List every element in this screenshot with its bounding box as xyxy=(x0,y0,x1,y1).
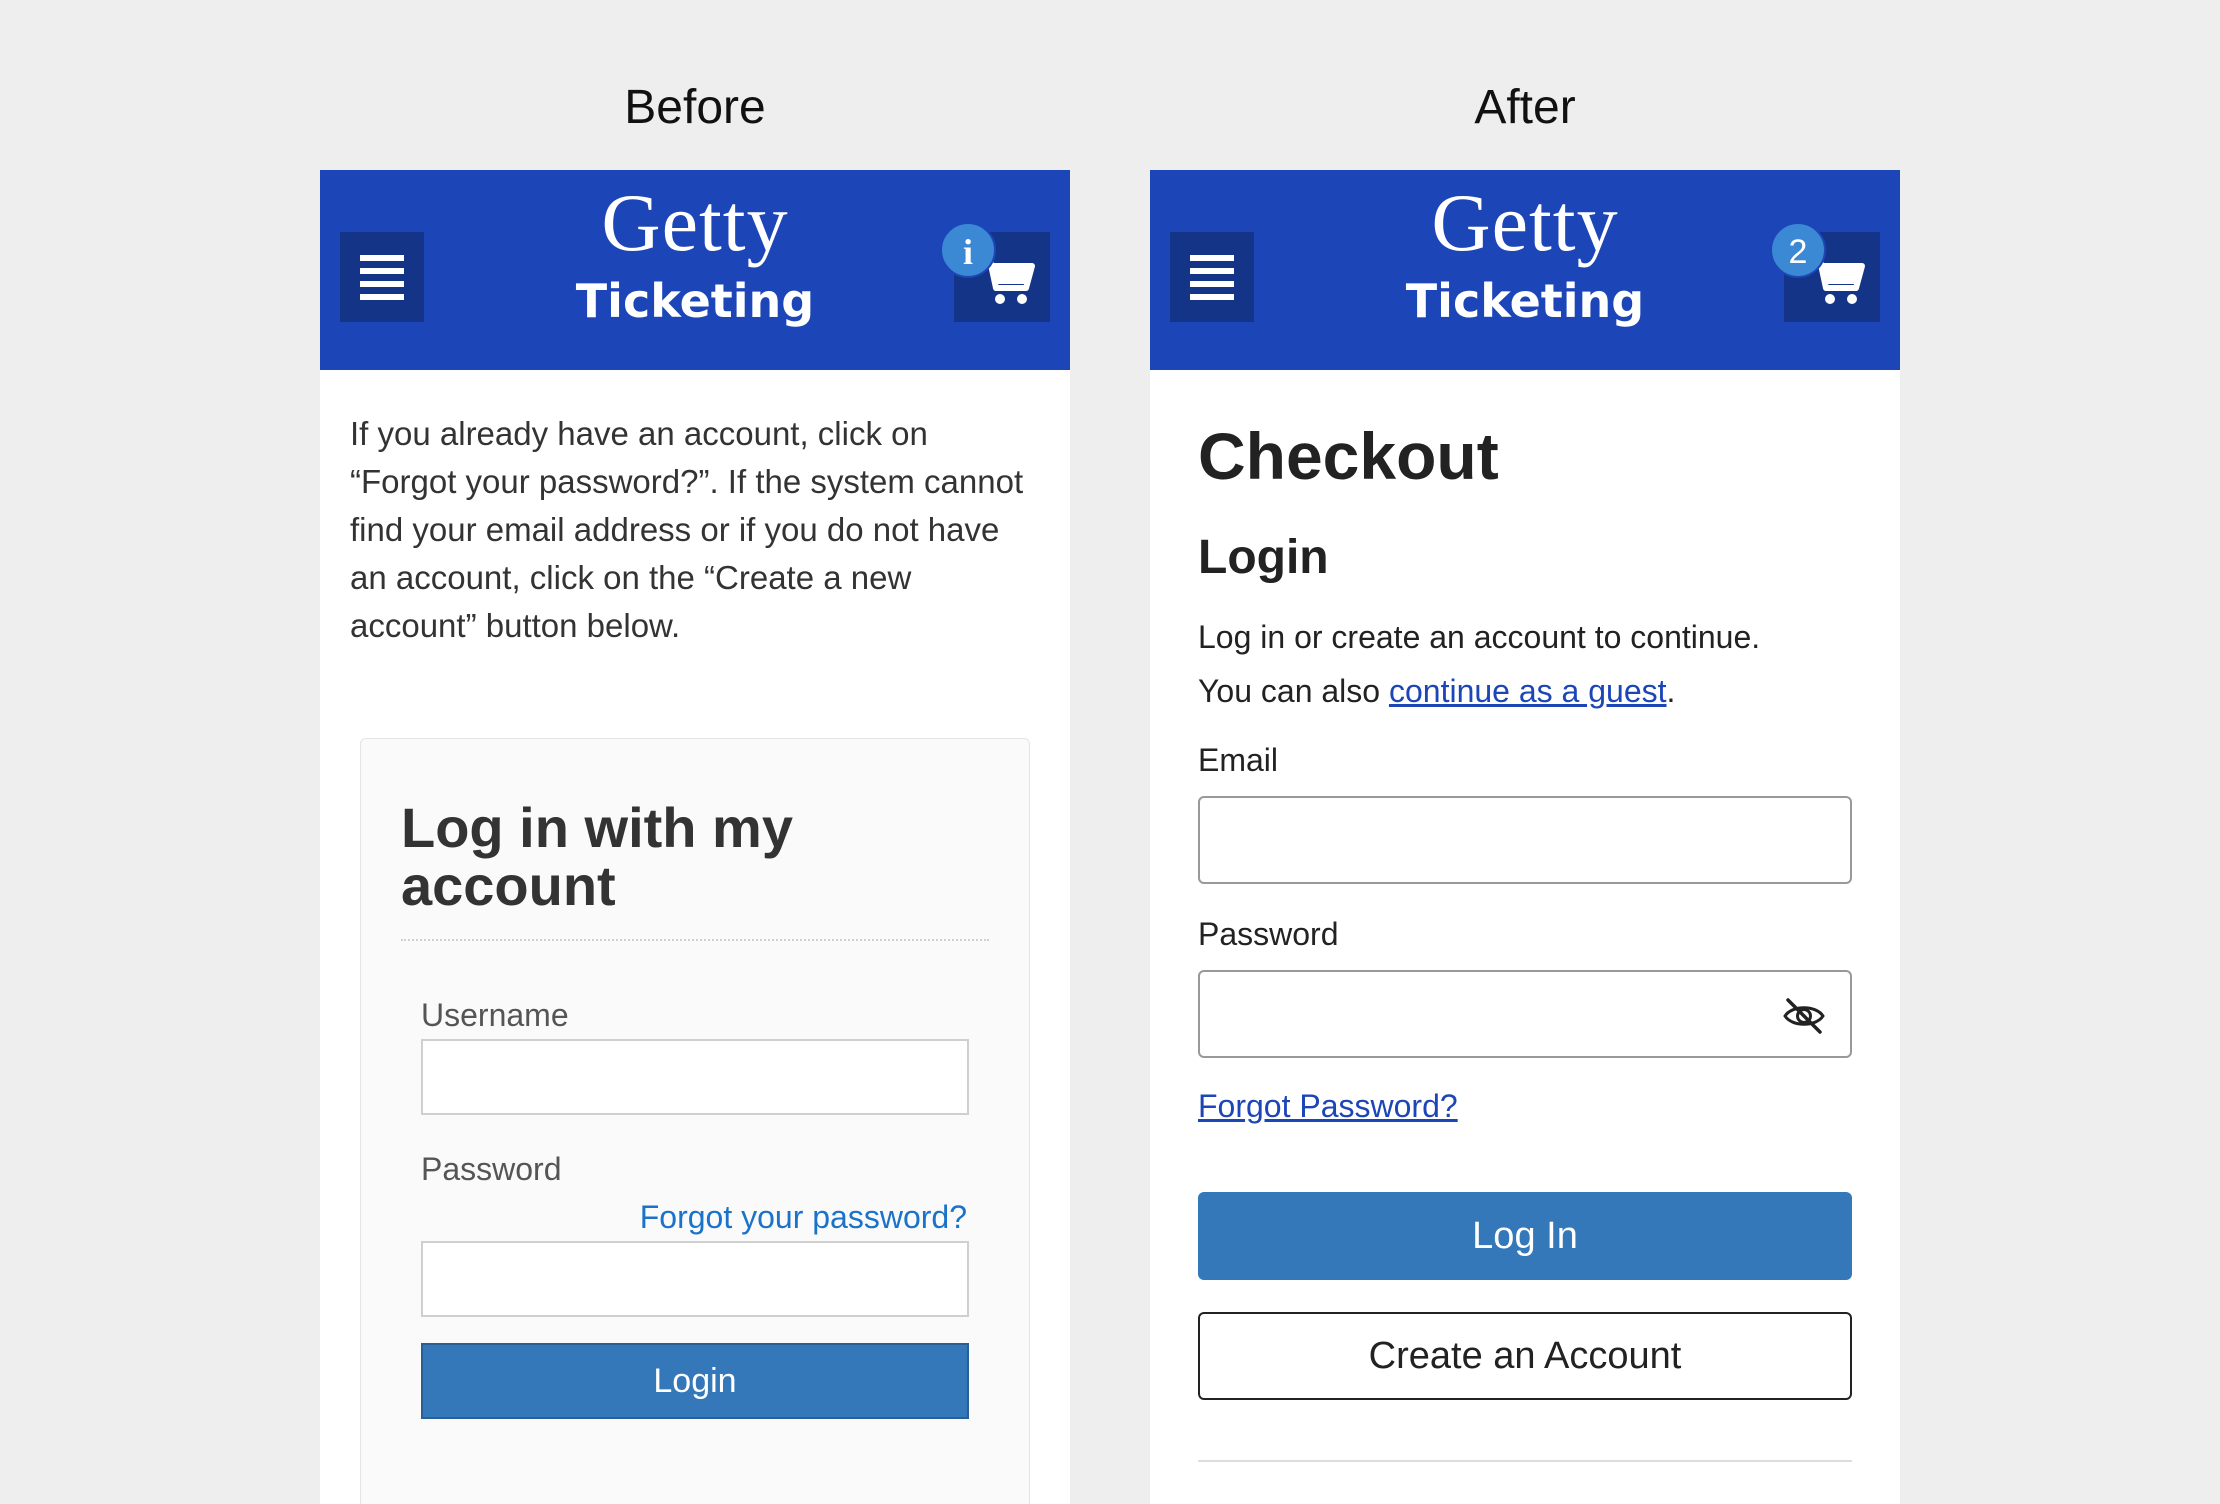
forgot-password-link[interactable]: Forgot Password? xyxy=(1198,1088,1458,1125)
password-label: Password xyxy=(1198,916,1339,952)
username-input[interactable] xyxy=(421,1039,969,1115)
password-input[interactable] xyxy=(421,1241,969,1317)
page-title: Checkout xyxy=(1198,419,1499,493)
login-instructions: If you already have an account, click on… xyxy=(350,415,1024,644)
email-label: Email xyxy=(1198,742,1279,778)
login-card: Log in with my account Username Password… xyxy=(360,738,1030,1504)
site-header: Getty Ticketing i xyxy=(320,170,1070,370)
username-label: Username xyxy=(421,997,569,1033)
create-account-button[interactable]: Create an Account xyxy=(1198,1312,1852,1400)
divider xyxy=(401,939,989,941)
section-title: Login xyxy=(1198,531,1329,584)
card-title: Log in with my account xyxy=(401,796,793,917)
after-screen: Getty Ticketing 2 Checkout Login Log in … xyxy=(1150,170,1900,1504)
password-label: Password xyxy=(421,1151,562,1187)
before-label: Before xyxy=(624,81,766,134)
divider xyxy=(1198,1460,1852,1462)
email-field[interactable] xyxy=(1198,796,1852,884)
info-badge: i xyxy=(940,222,996,278)
cart-button[interactable]: 2 xyxy=(1770,222,1880,322)
intro-suffix: . xyxy=(1666,673,1676,709)
login-intro: Log in or create an account to continue.… xyxy=(1198,610,1878,718)
guest-checkout-link[interactable]: continue as a guest xyxy=(1389,673,1667,709)
log-in-button[interactable]: Log In xyxy=(1198,1192,1852,1280)
intro-prefix: You can also xyxy=(1198,673,1389,709)
intro-line: You can also continue as a guest. xyxy=(1198,664,1878,718)
password-field[interactable] xyxy=(1198,970,1852,1058)
intro-line: Log in or create an account to continue. xyxy=(1198,619,1761,655)
site-header: Getty Ticketing 2 xyxy=(1150,170,1900,370)
before-screen: Getty Ticketing i If you already have an… xyxy=(320,170,1070,1504)
after-label: After xyxy=(1474,81,1576,134)
cart-button[interactable]: i xyxy=(940,222,1050,322)
login-button[interactable]: Login xyxy=(421,1343,969,1419)
forgot-password-link[interactable]: Forgot your password? xyxy=(640,1199,967,1236)
eye-slash-icon[interactable] xyxy=(1782,994,1826,1038)
cart-count-badge: 2 xyxy=(1770,222,1826,278)
